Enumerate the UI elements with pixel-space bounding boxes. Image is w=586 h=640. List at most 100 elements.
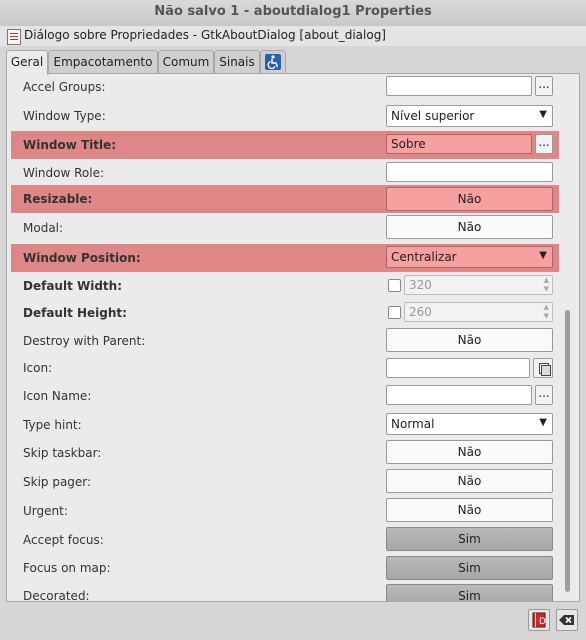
window-position-label: Window Position: bbox=[23, 251, 141, 265]
accept-focus-toggle[interactable]: Sim bbox=[386, 527, 553, 551]
tab-empacotamento[interactable]: Empacotamento bbox=[48, 50, 158, 74]
window-type-combo[interactable]: Nível superior ▼ bbox=[386, 105, 553, 127]
modal-toggle[interactable]: Não bbox=[386, 215, 553, 239]
tab-label: Empacotamento bbox=[53, 55, 153, 69]
default-height-checkbox[interactable] bbox=[388, 306, 401, 319]
tab-geral[interactable]: Geral bbox=[6, 50, 48, 75]
svg-text:D: D bbox=[539, 617, 546, 627]
row-focus-on-map: Focus on map: Sim bbox=[11, 554, 559, 582]
resizable-toggle[interactable]: Não bbox=[386, 187, 553, 211]
default-height-spin[interactable]: 260 ▲ ▼ bbox=[404, 302, 553, 322]
spin-arrows-icon[interactable]: ▲ ▼ bbox=[544, 276, 549, 294]
properties-panel: Accel Groups: ... Window Type: Nível sup… bbox=[6, 73, 580, 602]
book-icon: D bbox=[532, 612, 546, 628]
window-title-label: Window Title: bbox=[23, 138, 117, 152]
skip-taskbar-label: Skip taskbar: bbox=[23, 446, 102, 460]
destroy-with-parent-toggle[interactable]: Não bbox=[386, 328, 553, 352]
type-hint-label: Type hint: bbox=[23, 418, 82, 432]
tab-accessibility[interactable] bbox=[260, 50, 286, 74]
row-default-width: Default Width: 320 ▲ ▼ bbox=[11, 272, 559, 300]
decorated-toggle[interactable]: Sim bbox=[386, 584, 553, 601]
row-default-height: Default Height: 260 ▲ ▼ bbox=[11, 299, 559, 327]
default-width-checkbox[interactable] bbox=[388, 279, 401, 292]
chevron-down-icon: ▼ bbox=[539, 250, 547, 261]
accel-groups-field[interactable] bbox=[386, 76, 532, 96]
tab-comum[interactable]: Comum bbox=[158, 50, 214, 74]
resizable-label: Resizable: bbox=[23, 192, 93, 206]
icon-browse-button[interactable] bbox=[533, 358, 553, 378]
vertical-scrollbar[interactable] bbox=[565, 310, 570, 592]
default-width-spin[interactable]: 320 ▲ ▼ bbox=[404, 275, 553, 295]
focus-on-map-toggle[interactable]: Sim bbox=[386, 556, 553, 580]
chevron-down-icon: ▼ bbox=[539, 109, 547, 120]
row-skip-taskbar: Skip taskbar: Não bbox=[11, 439, 559, 467]
row-resizable: Resizable: Não bbox=[11, 185, 559, 213]
spin-up-icon[interactable]: ▲ bbox=[544, 303, 549, 311]
spin-down-icon[interactable]: ▼ bbox=[544, 285, 549, 293]
accel-groups-edit-button[interactable]: ... bbox=[535, 76, 553, 96]
copy-icon-front bbox=[541, 365, 551, 376]
icon-field[interactable] bbox=[386, 358, 530, 378]
window-title-edit-button[interactable]: ... bbox=[535, 134, 553, 154]
urgent-label: Urgent: bbox=[23, 504, 68, 518]
row-accel-groups: Accel Groups: ... bbox=[11, 74, 559, 102]
properties-scroll-area[interactable]: Accel Groups: ... Window Type: Nível sup… bbox=[7, 74, 579, 601]
default-width-label: Default Width: bbox=[23, 279, 123, 293]
icon-name-field[interactable] bbox=[386, 385, 532, 405]
tab-label: Sinais bbox=[219, 55, 255, 69]
icon-name-label: Icon Name: bbox=[23, 389, 92, 403]
accel-groups-label: Accel Groups: bbox=[23, 80, 106, 94]
window-type-value: Nível superior bbox=[391, 109, 475, 123]
window-position-value: Centralizar bbox=[391, 250, 457, 264]
row-window-type: Window Type: Nível superior ▼ bbox=[11, 102, 559, 130]
destroy-with-parent-label: Destroy with Parent: bbox=[23, 334, 146, 348]
row-decorated: Decorated: Sim bbox=[11, 582, 559, 601]
icon-name-edit-button[interactable]: ... bbox=[535, 385, 553, 405]
row-icon: Icon: bbox=[11, 354, 559, 382]
tab-label: Comum bbox=[162, 55, 210, 69]
window-role-label: Window Role: bbox=[23, 166, 105, 180]
tab-sinais[interactable]: Sinais bbox=[214, 50, 260, 74]
editor-header: Diálogo sobre Propriedades - GtkAboutDia… bbox=[0, 26, 586, 46]
tab-label: Geral bbox=[10, 55, 44, 69]
documentation-button[interactable]: D bbox=[528, 609, 550, 631]
document-icon bbox=[7, 29, 21, 45]
default-height-value: 260 bbox=[409, 305, 432, 319]
window-position-combo[interactable]: Centralizar ▼ bbox=[386, 246, 553, 268]
row-urgent: Urgent: Não bbox=[11, 497, 559, 525]
row-modal: Modal: Não bbox=[11, 214, 559, 242]
clear-button[interactable] bbox=[556, 609, 578, 631]
urgent-toggle[interactable]: Não bbox=[386, 498, 553, 522]
focus-on-map-label: Focus on map: bbox=[23, 561, 111, 575]
type-hint-combo[interactable]: Normal ▼ bbox=[386, 413, 553, 435]
row-destroy-with-parent: Destroy with Parent: Não bbox=[11, 327, 559, 355]
icon-label: Icon: bbox=[23, 361, 53, 375]
skip-taskbar-toggle[interactable]: Não bbox=[386, 440, 553, 464]
row-icon-name: Icon Name: ... bbox=[11, 382, 559, 410]
row-window-role: Window Role: bbox=[11, 159, 559, 187]
window-role-field[interactable] bbox=[386, 162, 553, 182]
row-type-hint: Type hint: Normal ▼ bbox=[11, 411, 559, 439]
default-width-value: 320 bbox=[409, 278, 432, 292]
wheelchair-icon bbox=[265, 54, 281, 70]
window-title: Não salvo 1 - aboutdialog1 Properties bbox=[154, 4, 432, 19]
window-type-label: Window Type: bbox=[23, 109, 106, 123]
accept-focus-label: Accept focus: bbox=[23, 533, 104, 547]
window-title-field[interactable]: Sobre bbox=[386, 134, 532, 154]
decorated-label: Decorated: bbox=[23, 589, 90, 601]
type-hint-value: Normal bbox=[391, 417, 435, 431]
default-height-label: Default Height: bbox=[23, 306, 127, 320]
skip-pager-label: Skip pager: bbox=[23, 475, 92, 489]
clear-icon bbox=[559, 615, 574, 625]
row-accept-focus: Accept focus: Sim bbox=[11, 526, 559, 554]
window-titlebar[interactable]: Não salvo 1 - aboutdialog1 Properties bbox=[0, 0, 586, 26]
row-skip-pager: Skip pager: Não bbox=[11, 468, 559, 496]
spin-down-icon[interactable]: ▼ bbox=[544, 312, 549, 320]
spin-up-icon[interactable]: ▲ bbox=[544, 276, 549, 284]
editor-header-text: Diálogo sobre Propriedades - GtkAboutDia… bbox=[24, 28, 386, 42]
skip-pager-toggle[interactable]: Não bbox=[386, 469, 553, 493]
chevron-down-icon: ▼ bbox=[539, 417, 547, 428]
row-window-position: Window Position: Centralizar ▼ bbox=[11, 244, 559, 272]
row-window-title: Window Title: Sobre ... bbox=[11, 131, 559, 159]
spin-arrows-icon[interactable]: ▲ ▼ bbox=[544, 303, 549, 321]
